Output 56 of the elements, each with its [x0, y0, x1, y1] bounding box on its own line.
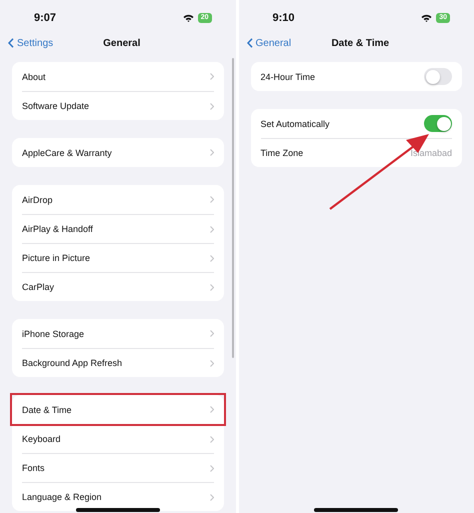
chevron-icon — [210, 436, 214, 442]
row-label: Keyboard — [22, 434, 61, 444]
chevron-icon — [210, 464, 214, 472]
chevron-icon — [210, 406, 214, 413]
back-chevron-icon — [246, 38, 252, 48]
row-value: Islamabad — [410, 148, 452, 158]
chevron-icon — [210, 360, 214, 366]
back-button[interactable]: Settings — [8, 38, 54, 48]
chevron-icon — [210, 330, 214, 337]
row-label: Software Update — [22, 101, 90, 111]
settings-row[interactable]: Fonts — [22, 453, 214, 482]
row-label: AirPlay & Handoff — [22, 224, 93, 234]
wifi-icon — [182, 14, 194, 22]
row-label: AppleCare & Warranty — [22, 148, 112, 158]
settings-row[interactable]: AirDrop — [22, 185, 214, 214]
row-label: Language & Region — [22, 492, 102, 502]
row-label: 24-Hour Time — [260, 72, 316, 82]
settings-row[interactable]: 24-Hour Time — [260, 62, 452, 91]
chevron-icon — [210, 254, 214, 262]
page-title: Date & Time — [331, 38, 390, 48]
settings-row[interactable]: Set Automatically — [260, 109, 452, 138]
toggle-switch[interactable] — [424, 115, 452, 132]
row-label: Time Zone — [260, 148, 304, 158]
settings-row[interactable]: iPhone Storage — [22, 319, 214, 348]
back-chevron-icon — [8, 38, 14, 48]
settings-row[interactable]: Software Update — [22, 91, 214, 120]
row-label: CarPlay — [22, 282, 54, 292]
chevron-icon — [210, 494, 214, 500]
settings-row[interactable]: CarPlay — [22, 272, 214, 301]
settings-row[interactable]: About — [22, 62, 214, 91]
row-label: Date & Time — [22, 404, 72, 414]
chevron-icon — [210, 73, 214, 80]
status-time: 9:10 — [272, 12, 295, 24]
settings-row[interactable]: Picture in Picture — [22, 243, 214, 272]
chevron-icon — [210, 149, 214, 156]
row-label: Picture in Picture — [22, 253, 90, 263]
row-label: AirDrop — [22, 194, 53, 204]
settings-row[interactable]: Keyboard — [22, 424, 214, 453]
status-time: 9:07 — [34, 12, 56, 24]
settings-row[interactable]: Background App Refresh — [22, 348, 214, 377]
row-label: Background App Refresh — [22, 358, 122, 368]
row-label: iPhone Storage — [22, 328, 84, 338]
settings-row[interactable]: Date & Time — [12, 395, 224, 424]
chevron-icon — [210, 226, 214, 232]
row-label: Fonts — [22, 463, 45, 473]
chevron-icon — [210, 196, 214, 203]
settings-row[interactable]: AirPlay & Handoff — [22, 214, 214, 243]
settings-row[interactable]: AppleCare & Warranty — [22, 138, 214, 167]
toggle-switch[interactable] — [424, 68, 452, 85]
row-label: Set Automatically — [260, 118, 330, 128]
chevron-icon — [210, 102, 214, 110]
page-title: General — [103, 38, 140, 48]
chevron-icon — [210, 284, 214, 290]
back-button[interactable]: General — [246, 38, 292, 48]
wifi-icon — [421, 14, 432, 22]
row-label: About — [22, 72, 46, 82]
